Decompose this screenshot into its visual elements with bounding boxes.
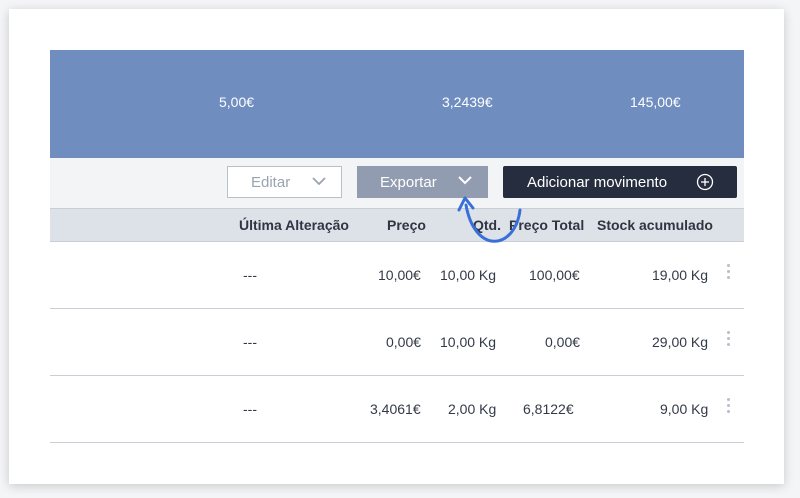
cell-total: 100,00€ (529, 267, 580, 283)
cell-last-change: --- (243, 267, 257, 283)
plus-circle-icon (696, 173, 714, 191)
cell-stock: 19,00 Kg (652, 267, 709, 283)
cell-price: 0,00€ (386, 334, 422, 350)
add-movement-label: Adicionar movimento (527, 173, 668, 191)
cell-total: 6,8122€ (523, 401, 574, 417)
kebab-menu-icon[interactable] (727, 331, 731, 349)
summary-bar: 5,00€ 3,2439€ 145,00€ (50, 50, 744, 158)
cell-qty: 10,00 Kg (440, 334, 497, 350)
chevron-down-icon (458, 176, 472, 185)
kebab-menu-icon[interactable] (727, 398, 731, 416)
edit-button-label: Editar (251, 173, 291, 191)
cell-stock: 29,00 Kg (652, 334, 709, 350)
header-last-change[interactable]: Última Alteração (239, 217, 349, 233)
add-movement-button[interactable]: Adicionar movimento (503, 166, 737, 198)
cell-total: 0,00€ (545, 334, 581, 350)
cell-qty: 2,00 Kg (448, 401, 497, 417)
table-row: --- 3,4061€ 2,00 Kg 6,8122€ 9,00 Kg (50, 376, 744, 443)
cell-last-change: --- (243, 334, 257, 350)
summary-value-3: 145,00€ (630, 94, 681, 110)
cell-price: 3,4061€ (370, 401, 421, 417)
table-row: --- 0,00€ 10,00 Kg 0,00€ 29,00 Kg (50, 309, 744, 376)
toolbar: Editar Exportar Adicionar movimento (50, 158, 744, 208)
table-header: Última Alteração Preço Qtd. Preço Total … (50, 208, 744, 242)
edit-button[interactable]: Editar (227, 166, 342, 198)
summary-value-2: 3,2439€ (442, 94, 493, 110)
annotation-arrow (457, 196, 522, 243)
header-stock[interactable]: Stock acumulado (597, 217, 713, 233)
cell-stock: 9,00 Kg (660, 401, 709, 417)
export-button-label: Exportar (380, 173, 437, 191)
summary-value-1: 5,00€ (219, 94, 255, 110)
table-row: --- 10,00€ 10,00 Kg 100,00€ 19,00 Kg (50, 242, 744, 309)
kebab-menu-icon[interactable] (727, 264, 731, 282)
cell-last-change: --- (243, 401, 257, 417)
chevron-down-icon (312, 177, 326, 186)
cell-price: 10,00€ (378, 267, 421, 283)
header-price[interactable]: Preço (387, 217, 426, 233)
